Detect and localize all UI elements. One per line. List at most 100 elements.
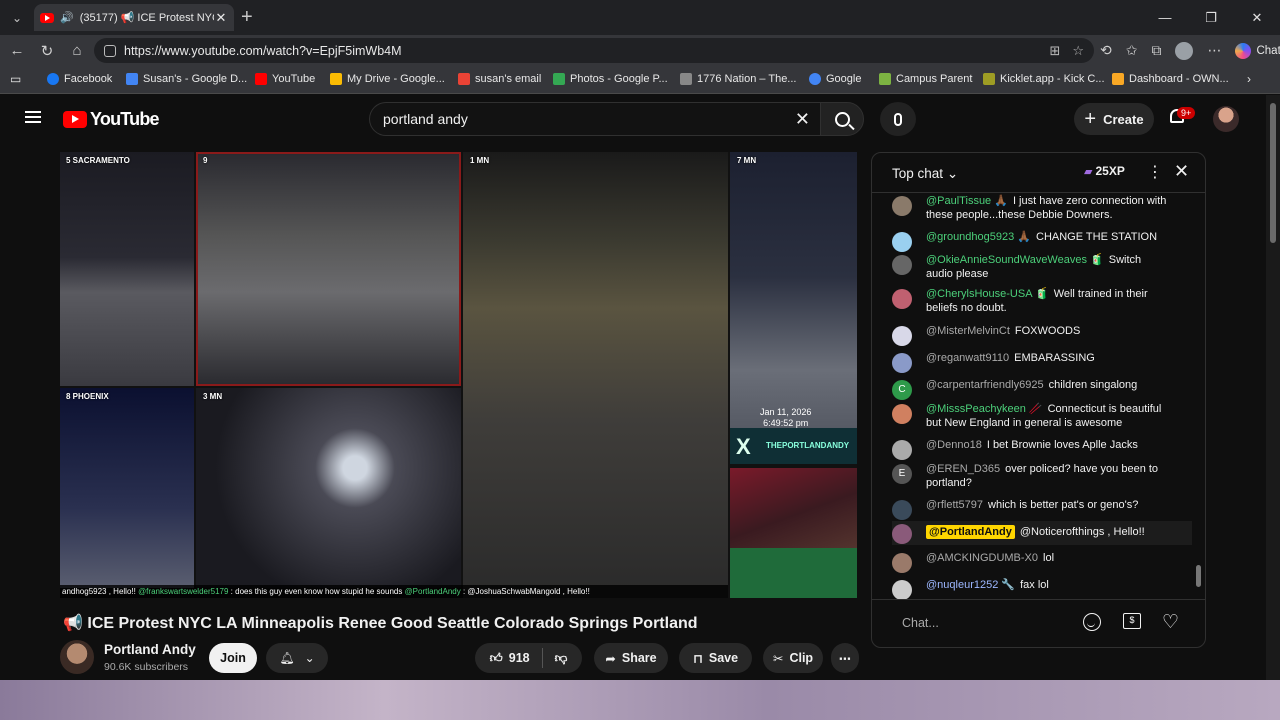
avatar[interactable] xyxy=(892,196,912,216)
video-player[interactable]: X THEPORTLANDANDY Jan 11, 2026 6:49:52 p… xyxy=(60,152,857,598)
google-icon xyxy=(809,73,821,85)
search-button[interactable] xyxy=(820,102,864,136)
avatar[interactable] xyxy=(892,524,912,544)
bookmark-google-docs[interactable]: Susan's - Google D... xyxy=(126,73,247,85)
xp-badge[interactable]: ▰ 25XP xyxy=(1084,164,1125,178)
chat-author[interactable]: @AMCKINGDUMB-X0 xyxy=(926,552,1038,564)
emoji-icon[interactable] xyxy=(1083,613,1101,631)
chat-author[interactable]: @PaulTissue 🙏🏾 xyxy=(926,195,1008,207)
share-button[interactable]: ➦ Share xyxy=(594,643,668,673)
apps-icon[interactable]: ⊞ xyxy=(1049,43,1060,59)
avatar[interactable] xyxy=(892,440,912,460)
copilot-button[interactable]: Chat xyxy=(1235,42,1280,59)
avatar[interactable] xyxy=(892,353,912,373)
bookmark-email[interactable]: susan's email xyxy=(458,73,541,85)
chat-author[interactable]: @rflett5797 xyxy=(926,499,983,511)
bookmark-dashboard[interactable]: Dashboard - OWN... xyxy=(1112,73,1229,85)
clip-button[interactable]: ✂ Clip xyxy=(763,643,823,673)
bookmark-google[interactable]: Google xyxy=(809,73,861,85)
channel-name[interactable]: Portland Andy xyxy=(104,642,196,657)
chat-scrollbar[interactable] xyxy=(1195,195,1203,595)
heart-icon[interactable]: ♡ xyxy=(1162,611,1179,634)
super-chat-icon[interactable]: $ xyxy=(1123,613,1141,629)
chat-author[interactable]: @MisssPeachykeen 🥢 xyxy=(926,403,1043,415)
save-button[interactable]: ⊓ Save xyxy=(679,643,752,673)
bookmark-icon: ⊓ xyxy=(692,651,703,666)
profile-avatar[interactable] xyxy=(1175,41,1194,60)
search-input[interactable]: portland andy ✕ xyxy=(369,102,820,136)
tab-search-icon[interactable]: ⌄ xyxy=(3,4,31,32)
subscription-notifications-button[interactable]: 🔔︎ ⌄ xyxy=(266,643,328,673)
site-info-icon[interactable] xyxy=(104,44,116,57)
chat-options-icon[interactable]: ⋮ xyxy=(1147,162,1163,182)
favorite-star-icon[interactable]: ☆ xyxy=(1072,43,1084,59)
chat-mode-select[interactable]: Top chat ⌄ xyxy=(892,166,958,182)
gmail-icon xyxy=(458,73,470,85)
new-tab-icon[interactable]: + xyxy=(241,6,253,29)
avatar[interactable] xyxy=(892,404,912,424)
voice-search-button[interactable] xyxy=(880,102,916,136)
avatar[interactable]: E xyxy=(892,464,912,484)
avatar[interactable] xyxy=(892,255,912,275)
chat-author[interactable]: @Denno18 xyxy=(926,439,982,451)
avatar[interactable] xyxy=(892,553,912,573)
bookmark-campus-parent[interactable]: Campus Parent xyxy=(879,73,972,85)
chat-author[interactable]: @carpentarfriendly6925 xyxy=(926,379,1044,391)
thumbs-up-icon: 👍︎ xyxy=(489,650,503,665)
collections-icon[interactable]: ⧉ xyxy=(1151,42,1161,59)
join-button[interactable]: Join xyxy=(209,643,257,673)
chat-author[interactable]: @reganwatt9110 xyxy=(926,352,1009,364)
close-chat-icon[interactable]: ✕ xyxy=(1174,161,1189,182)
bookmarks-menu-icon[interactable]: ▭ xyxy=(10,72,21,86)
read-aloud-icon[interactable]: ⟲ xyxy=(1100,42,1112,59)
chat-author[interactable]: @groundhog5923 🙏🏾 xyxy=(926,231,1031,243)
clear-search-icon[interactable]: ✕ xyxy=(795,109,810,130)
search-query: portland andy xyxy=(383,111,468,127)
like-button[interactable]: 👍︎ 918 xyxy=(490,651,530,666)
chat-author[interactable]: @nuqleur1252 🔧 xyxy=(926,579,1015,591)
minimize-icon[interactable]: — xyxy=(1142,0,1188,35)
back-icon[interactable]: ← xyxy=(2,42,32,59)
avatar[interactable] xyxy=(892,232,912,252)
tab-close-icon[interactable]: ✕ xyxy=(214,10,228,26)
page-scrollbar[interactable] xyxy=(1266,95,1280,680)
avatar[interactable]: C xyxy=(892,380,912,400)
speaker-icon[interactable]: 🔊 xyxy=(60,11,74,24)
chat-author-owner[interactable]: @PortlandAndy xyxy=(926,525,1015,539)
chat-input[interactable]: Chat... xyxy=(902,616,939,630)
avatar[interactable] xyxy=(892,500,912,520)
bookmark-google-drive[interactable]: My Drive - Google... xyxy=(330,73,445,85)
dislike-button[interactable]: 👎︎ xyxy=(555,651,568,666)
youtube-logo-icon xyxy=(63,111,87,128)
bookmarks-overflow-icon[interactable]: › xyxy=(1247,72,1251,86)
chat-author[interactable]: @CherylsHouse-USA 🧃 xyxy=(926,288,1049,300)
copilot-label: Chat xyxy=(1256,44,1280,57)
more-actions-button[interactable]: ⋯ xyxy=(831,643,859,673)
avatar[interactable] xyxy=(892,326,912,346)
home-icon[interactable]: ⌂ xyxy=(62,42,92,59)
maximize-icon[interactable]: ❐ xyxy=(1188,0,1234,35)
chat-author[interactable]: @MisterMelvinCt xyxy=(926,325,1010,337)
chat-author[interactable]: @EREN_D365 xyxy=(926,463,1000,475)
reload-icon[interactable]: ↻ xyxy=(32,42,62,60)
menu-icon[interactable] xyxy=(25,111,41,123)
browser-tab[interactable]: 🔊 (35177) 📢 ICE Protest NYC LA ✕ xyxy=(34,4,234,31)
bookmark-google-photos[interactable]: Photos - Google P... xyxy=(553,73,668,85)
url-field[interactable]: https://www.youtube.com/watch?v=EpjF5imW… xyxy=(94,38,1094,63)
bookmark-1776-nation[interactable]: 1776 Nation – The... xyxy=(680,73,796,85)
google-drive-icon xyxy=(330,73,342,85)
settings-more-icon[interactable]: ⋯ xyxy=(1207,42,1221,59)
avatar[interactable] xyxy=(892,289,912,309)
youtube-logo[interactable]: YouTube xyxy=(63,109,160,130)
account-avatar[interactable] xyxy=(1213,106,1239,132)
favorites-icon[interactable]: ✩ xyxy=(1126,42,1138,59)
video-tile-main xyxy=(463,152,728,598)
chat-author[interactable]: @OkieAnnieSoundWaveWeaves 🧃 xyxy=(926,254,1104,266)
create-button[interactable]: + Create xyxy=(1074,103,1154,135)
bookmark-facebook[interactable]: Facebook xyxy=(47,73,112,85)
bookmark-youtube[interactable]: YouTube xyxy=(255,73,315,85)
bookmark-kicklet[interactable]: Kicklet.app - Kick C... xyxy=(983,73,1105,85)
close-window-icon[interactable]: ✕ xyxy=(1234,0,1280,35)
avatar[interactable] xyxy=(892,580,912,600)
channel-avatar[interactable] xyxy=(60,640,94,674)
